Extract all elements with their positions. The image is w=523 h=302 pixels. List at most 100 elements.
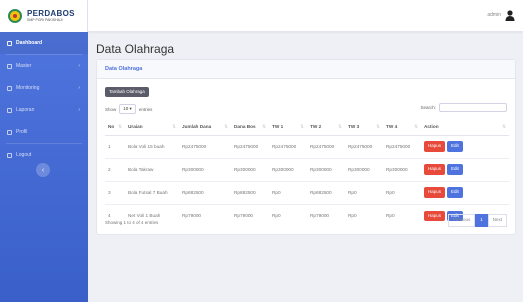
table-row: 1 Bola Voli 15 buah Rp2475000 Rp2475000 Rp24…: [105, 134, 509, 158]
sidebar-item-label: Monitoring: [16, 85, 40, 91]
chevron-right-icon: ›: [78, 63, 80, 69]
sidebar-item-dashboard[interactable]: Dashboard: [0, 32, 88, 54]
table-cell: Rp2475000: [231, 134, 269, 158]
table-cell: Rp300000: [231, 157, 269, 181]
edit-button[interactable]: Edit: [447, 141, 463, 152]
column-header[interactable]: Uraian ⇅: [125, 118, 179, 136]
column-header[interactable]: TW 4 ⇅: [383, 118, 421, 136]
column-header-label: Uraian: [128, 123, 143, 129]
page-title: Data Olahraga: [96, 42, 175, 56]
edit-button[interactable]: Edit: [447, 187, 463, 198]
column-header[interactable]: Dana Bos ⇅: [231, 118, 269, 136]
chevron-right-icon: ›: [78, 107, 80, 113]
search-label: Search:: [420, 105, 436, 110]
table-cell: Rp300000: [307, 157, 345, 181]
action-cell: Hapus Edit: [421, 157, 509, 181]
user-avatar-icon[interactable]: [505, 10, 515, 21]
dashboard-icon: [7, 40, 12, 46]
brand-name: PERDABOS: [27, 8, 75, 18]
logout-icon: [7, 152, 12, 158]
column-header[interactable]: No ⇅: [105, 118, 125, 136]
column-header[interactable]: Action ⇅: [421, 118, 509, 136]
brand[interactable]: PERDABOS SMP PGRI PAKISHAJI: [0, 0, 88, 32]
sidebar: PERDABOS SMP PGRI PAKISHAJI Dashboard Mas…: [0, 0, 88, 302]
column-header-label: TW 3: [348, 123, 360, 129]
entries-select[interactable]: 10 ▾: [119, 104, 136, 114]
column-header-label: Action: [424, 123, 439, 129]
pagination: Previous 1 Next: [447, 214, 507, 227]
edit-button[interactable]: Edit: [447, 164, 463, 175]
sort-icon: ⇅: [118, 123, 122, 129]
sort-icon: ⇅: [338, 123, 342, 129]
table-cell: Rp2475000: [345, 134, 383, 158]
search-input[interactable]: [439, 103, 507, 112]
table-cell: 1: [105, 134, 125, 158]
column-header[interactable]: Jumlah Dana ⇅: [179, 118, 231, 136]
table-cell: Rp0: [269, 180, 307, 204]
table-cell: Rp0: [383, 180, 421, 204]
sort-icon: ⇅: [300, 123, 304, 129]
delete-button[interactable]: Hapus: [424, 164, 446, 175]
sidebar-item-profil[interactable]: Profil: [0, 121, 88, 143]
sidebar-item-label: Logout: [16, 152, 32, 158]
column-header-label: Dana Bos: [234, 123, 256, 129]
table-header-row: No ⇅ Uraian ⇅ Jumlah Dana ⇅ Dana Bos ⇅ TW 1 ⇅ TW 2…: [105, 118, 509, 136]
table-cell: Bola Voli 15 buah: [125, 134, 179, 158]
column-header[interactable]: TW 3 ⇅: [345, 118, 383, 136]
table-cell: Rp79000: [307, 203, 345, 227]
sidebar-item-label: Master: [16, 63, 32, 69]
column-header-label: TW 1: [272, 123, 284, 129]
column-header-label: TW 4: [386, 123, 398, 129]
sidebar-nav: Dashboard Master › Monitoring › Laporan › Profi…: [0, 32, 88, 166]
sidebar-toggle-button[interactable]: ‹: [36, 163, 50, 177]
table-cell: Rp0: [269, 203, 307, 227]
column-header-label: Jumlah Dana: [182, 123, 212, 129]
page-1-button[interactable]: 1: [475, 214, 488, 227]
table-cell: Rp2475000: [269, 134, 307, 158]
table-cell: Rp300000: [179, 157, 231, 181]
chevron-left-icon: ‹: [41, 166, 45, 174]
sidebar-item-label: Laporan: [16, 107, 35, 113]
sort-icon: ⇅: [376, 123, 380, 129]
search-area: Search:: [420, 103, 507, 112]
report-icon: [7, 107, 12, 113]
entries-label: entries: [138, 106, 153, 112]
table-info: Showing 1 to 4 of 4 entries: [105, 220, 159, 225]
add-sport-button[interactable]: Tambah Olahraga: [105, 87, 149, 97]
previous-page-button[interactable]: Previous: [447, 214, 476, 227]
delete-button[interactable]: Hapus: [424, 141, 446, 152]
sidebar-item-label: Profil: [16, 129, 28, 135]
table-cell: Rp0: [345, 203, 383, 227]
next-page-button[interactable]: Next: [487, 214, 507, 227]
database-icon: [7, 63, 12, 69]
sidebar-item-master[interactable]: Master ›: [0, 55, 88, 77]
sort-icon: ⇅: [414, 123, 418, 129]
sort-icon: ⇅: [224, 123, 228, 129]
table-cell: Rp2475000: [383, 134, 421, 158]
card-header: Data Olahraga: [97, 60, 515, 79]
monitor-icon: [7, 85, 12, 91]
table-row: 3 Bola Futsal 7 Buah Rp882500 Rp882500 Rp0 Rp…: [105, 180, 509, 204]
table-cell: Rp2475000: [179, 134, 231, 158]
column-header[interactable]: TW 2 ⇅: [307, 118, 345, 136]
action-cell: Hapus Edit: [421, 180, 509, 204]
table-cell: Rp0: [345, 180, 383, 204]
column-header-label: No: [108, 123, 115, 129]
delete-button[interactable]: Hapus: [424, 187, 446, 198]
sort-icon: ⇅: [502, 123, 506, 129]
sidebar-item-laporan[interactable]: Laporan ›: [0, 99, 88, 121]
delete-button[interactable]: Hapus: [424, 210, 446, 221]
table-cell: Rp300000: [345, 157, 383, 181]
column-header[interactable]: TW 1 ⇅: [269, 118, 307, 136]
table-row: 2 Bola Takraw Rp300000 Rp300000 Rp300000 Rp30…: [105, 157, 509, 181]
table-cell: Rp0: [383, 203, 421, 227]
table-cell: Rp2475000: [307, 134, 345, 158]
school-logo-icon: [8, 9, 22, 23]
sort-icon: ⇅: [262, 123, 266, 129]
sidebar-item-monitoring[interactable]: Monitoring ›: [0, 77, 88, 99]
user-name[interactable]: admin: [487, 12, 501, 18]
sort-icon: ⇅: [172, 123, 176, 129]
table-cell: Rp882500: [179, 180, 231, 204]
table-cell: Bola Takraw: [125, 157, 179, 181]
user-icon: [7, 129, 12, 135]
